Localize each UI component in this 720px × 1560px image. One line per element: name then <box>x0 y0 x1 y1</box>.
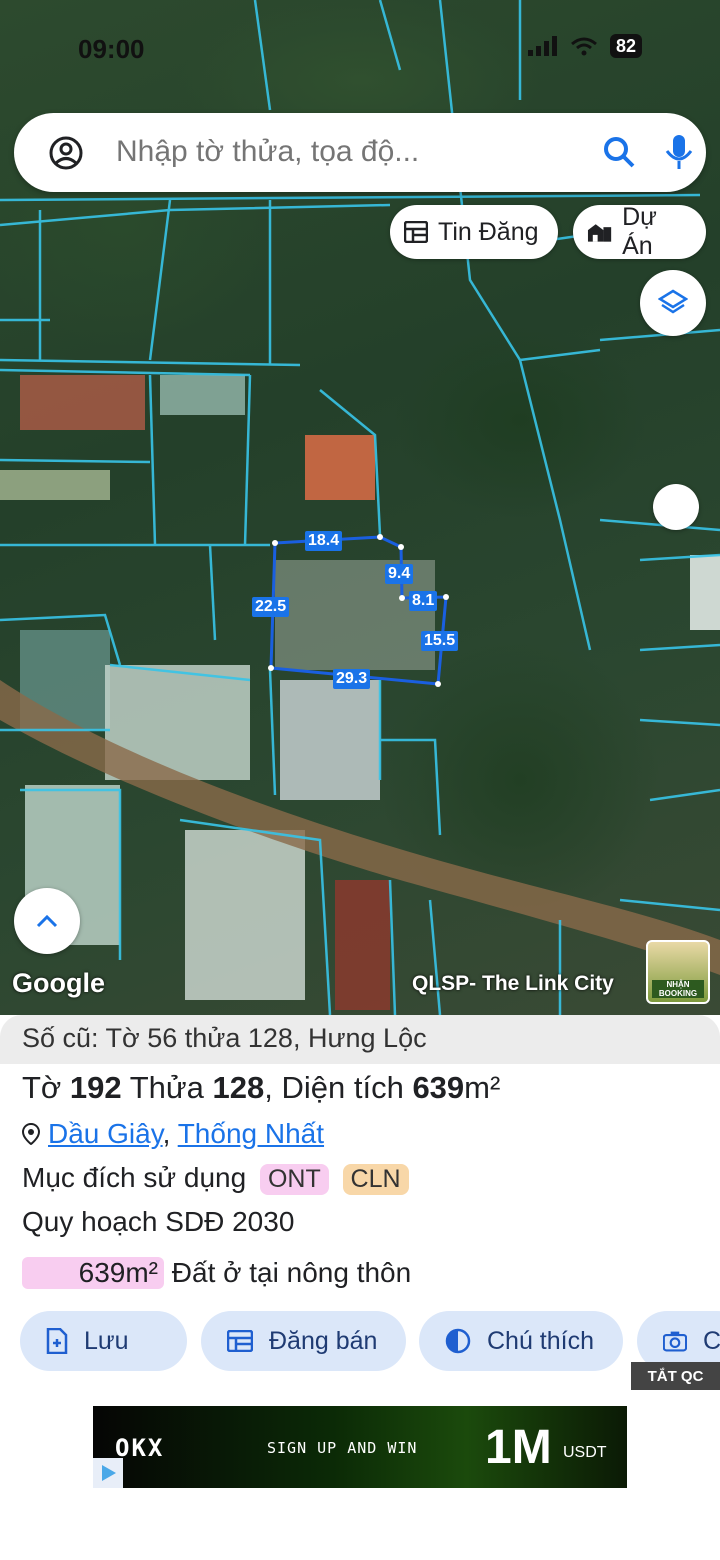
dimension-right-upper: 9.4 <box>385 564 414 584</box>
dimension-top: 18.4 <box>305 531 343 551</box>
layers-button[interactable] <box>640 270 706 336</box>
planning-row: 639m² Đất ở tại nông thôn <box>22 1257 411 1289</box>
thua-value: 128 <box>212 1070 265 1105</box>
legend-button[interactable]: Chú thích <box>419 1311 623 1371</box>
location-pin-icon <box>21 1122 41 1146</box>
promo-thumbnail-label: NHẬN BOOKING <box>652 980 704 998</box>
battery-indicator: 82 <box>609 34 642 58</box>
ad-currency: USDT <box>563 1444 607 1461</box>
old-parcel-text: Số cũ: Tờ 56 thửa 128, Hưng Lộc <box>22 1023 427 1053</box>
layers-icon <box>658 289 688 314</box>
status-icons: 82 <box>527 34 642 58</box>
search-bar[interactable]: Nhập tờ thửa, tọa độ... <box>14 113 706 192</box>
ad-slogan: SIGN UP AND WIN <box>267 1439 418 1457</box>
table-icon <box>404 221 428 243</box>
add-file-icon <box>46 1328 68 1354</box>
to-label: Tờ <box>22 1070 62 1105</box>
usage-tag-cln[interactable]: CLN <box>342 1164 409 1195</box>
post-sale-button[interactable]: Đăng bán <box>201 1311 406 1371</box>
mic-icon[interactable] <box>664 133 694 171</box>
location-separator: , <box>162 1118 171 1149</box>
dimension-bottom: 29.3 <box>333 669 371 689</box>
table-icon <box>227 1330 253 1352</box>
usage-row: Mục đích sử dụng ONT CLN <box>22 1162 409 1195</box>
search-icon[interactable] <box>602 135 636 169</box>
thua-label: Thửa <box>129 1070 204 1105</box>
parcel-title: Tờ 192 Thửa 128, Diện tích 639m² <box>22 1070 501 1105</box>
planning-desc: Đất ở tại nông thôn <box>171 1257 412 1288</box>
dimension-notch: 8.1 <box>409 591 438 611</box>
save-button[interactable]: Lưu <box>20 1311 187 1371</box>
ad-banner[interactable]: OKX SIGN UP AND WIN 1M USDT <box>93 1406 627 1488</box>
planning-area-badge: 639m² <box>22 1257 164 1289</box>
chip-listings-label: Tin Đăng <box>438 217 539 246</box>
google-logo: Google <box>12 968 105 998</box>
compass-button[interactable] <box>653 484 699 530</box>
district-link[interactable]: Dầu Giây <box>48 1118 163 1149</box>
search-input[interactable]: Nhập tờ thửa, tọa độ... <box>116 135 419 169</box>
promo-thumbnail[interactable]: NHẬN BOOKING <box>646 940 710 1004</box>
location-row: Dầu Giây, Thống Nhất <box>21 1118 324 1150</box>
account-icon[interactable] <box>48 135 84 171</box>
planning-label: Quy hoạch SDĐ 2030 <box>22 1206 295 1237</box>
ad-choices-icon[interactable] <box>93 1458 123 1488</box>
area-value: 639 <box>412 1070 465 1105</box>
dimension-left: 22.5 <box>252 597 290 617</box>
expand-panel-button[interactable] <box>14 888 80 954</box>
capture-label: C <box>702 1326 720 1355</box>
area-label: Diện tích <box>281 1070 404 1105</box>
usage-label: Mục đích sử dụng <box>22 1162 247 1193</box>
ad-amount: 1M <box>485 1421 552 1474</box>
wifi-icon <box>571 37 597 56</box>
commune-link[interactable]: Thống Nhất <box>178 1118 324 1149</box>
chip-projects[interactable]: Dự Án <box>573 203 706 260</box>
status-time: 09:00 <box>78 34 145 64</box>
chevron-up-icon <box>36 914 58 928</box>
map-overlay-label[interactable]: QLSP- The Link City <box>412 972 614 996</box>
buildings-icon <box>587 224 612 242</box>
to-value: 192 <box>69 1070 122 1105</box>
chip-projects-label: Dự Án <box>622 203 657 260</box>
legend-label: Chú thích <box>487 1326 595 1355</box>
old-parcel-info: Số cũ: Tờ 56 thửa 128, Hưng Lộc <box>0 1015 720 1064</box>
dimension-right: 15.5 <box>421 631 459 651</box>
area-unit: m² <box>464 1070 501 1105</box>
contrast-icon <box>445 1328 471 1354</box>
status-bar: 09:00 82 <box>0 30 720 70</box>
chip-listings[interactable]: Tin Đăng <box>390 205 558 259</box>
camera-icon <box>663 1331 687 1352</box>
usage-tag-ont[interactable]: ONT <box>259 1164 329 1195</box>
save-button-label: Lưu <box>84 1326 129 1355</box>
signal-icon <box>527 36 557 56</box>
post-sale-label: Đăng bán <box>269 1326 378 1355</box>
hide-ads-button[interactable]: TẮT QC <box>631 1362 720 1390</box>
